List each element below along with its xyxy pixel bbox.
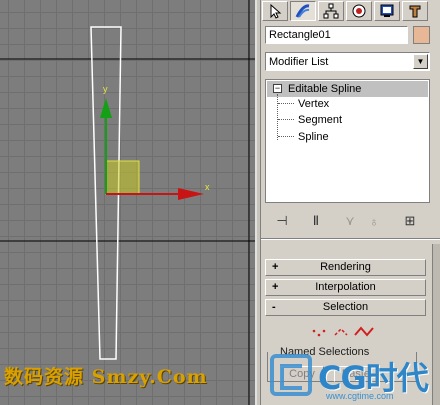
tab-create[interactable] — [262, 1, 288, 21]
show-end-result-icon[interactable]: Ⅱ — [307, 212, 325, 230]
viewport-canvas: y x — [0, 0, 258, 405]
rollout-interpolation-label: Interpolation — [315, 281, 376, 293]
make-unique-icon[interactable]: ⋎ — [341, 212, 359, 230]
spline-level-icon[interactable] — [354, 326, 374, 337]
command-panel-tabs — [261, 0, 440, 22]
display-icon — [380, 4, 394, 17]
command-panel: Rectangle01 Modifier List ▼ − Editable S… — [261, 0, 440, 405]
collapse-icon[interactable]: − — [273, 84, 282, 93]
create-icon — [270, 3, 282, 19]
tree-branch — [278, 119, 294, 120]
tree-branch — [278, 136, 294, 137]
utilities-icon — [409, 5, 421, 18]
modifier-list-label: Modifier List — [269, 56, 329, 68]
rollout-interpolation[interactable]: + Interpolation — [265, 279, 426, 296]
modify-icon — [295, 4, 310, 18]
expand-icon: + — [272, 261, 279, 273]
cgtime-logo-icon — [270, 354, 312, 396]
perspective-viewport[interactable]: y x — [0, 0, 258, 405]
tree-branch — [278, 103, 294, 104]
tab-motion[interactable] — [346, 1, 372, 21]
hierarchy-icon — [323, 3, 339, 19]
stack-item-spline[interactable]: Spline — [298, 130, 329, 144]
selection-level-buttons — [312, 326, 374, 337]
modifier-stack[interactable]: − Editable Spline Vertex Segment Spline — [265, 79, 430, 203]
watermark-right: CG时代 www.cgtime.com — [270, 350, 438, 405]
tab-display[interactable] — [374, 1, 400, 21]
x-axis-label: x — [205, 182, 210, 192]
tab-hierarchy[interactable] — [318, 1, 344, 21]
stack-item-vertex[interactable]: Vertex — [298, 97, 329, 111]
panel-separator — [261, 238, 440, 240]
tree-line — [277, 94, 278, 140]
object-color-swatch[interactable] — [413, 26, 430, 44]
gizmo-y-arrow — [100, 98, 112, 118]
tab-modify[interactable] — [290, 1, 316, 21]
expand-icon: + — [272, 281, 279, 293]
gizmo-xy-plane — [105, 160, 140, 195]
modifier-list-dropdown[interactable]: Modifier List ▼ — [265, 52, 430, 71]
pin-stack-icon[interactable]: ⊣ — [273, 212, 291, 230]
vertex-level-icon[interactable] — [312, 329, 326, 337]
watermark-left: 数码资源 Smzy.Com — [4, 366, 208, 388]
stack-item-segment[interactable]: Segment — [298, 113, 342, 127]
tab-utilities[interactable] — [402, 1, 428, 21]
stack-toolbar: ⊣ Ⅱ ⋎ ♁ ⊞ — [265, 208, 430, 234]
motion-icon — [352, 4, 366, 18]
rollout-rendering[interactable]: + Rendering — [265, 259, 426, 276]
rollout-selection[interactable]: - Selection — [265, 299, 426, 316]
stack-item-editable-spline[interactable]: Editable Spline — [288, 82, 361, 96]
configure-modifier-sets-icon[interactable]: ⊞ — [401, 212, 419, 230]
chevron-down-icon[interactable]: ▼ — [413, 54, 428, 69]
watermark-url: www.cgtime.com — [326, 391, 394, 401]
gizmo-x-arrow — [178, 188, 204, 200]
y-axis-label: y — [103, 84, 108, 94]
object-name-field[interactable]: Rectangle01 — [265, 26, 408, 44]
segment-level-icon[interactable] — [334, 327, 348, 336]
collapse-icon: - — [272, 301, 276, 313]
rollout-selection-label: Selection — [322, 301, 369, 313]
rollout-rendering-label: Rendering — [320, 261, 371, 273]
remove-modifier-icon[interactable]: ♁ — [365, 212, 383, 230]
